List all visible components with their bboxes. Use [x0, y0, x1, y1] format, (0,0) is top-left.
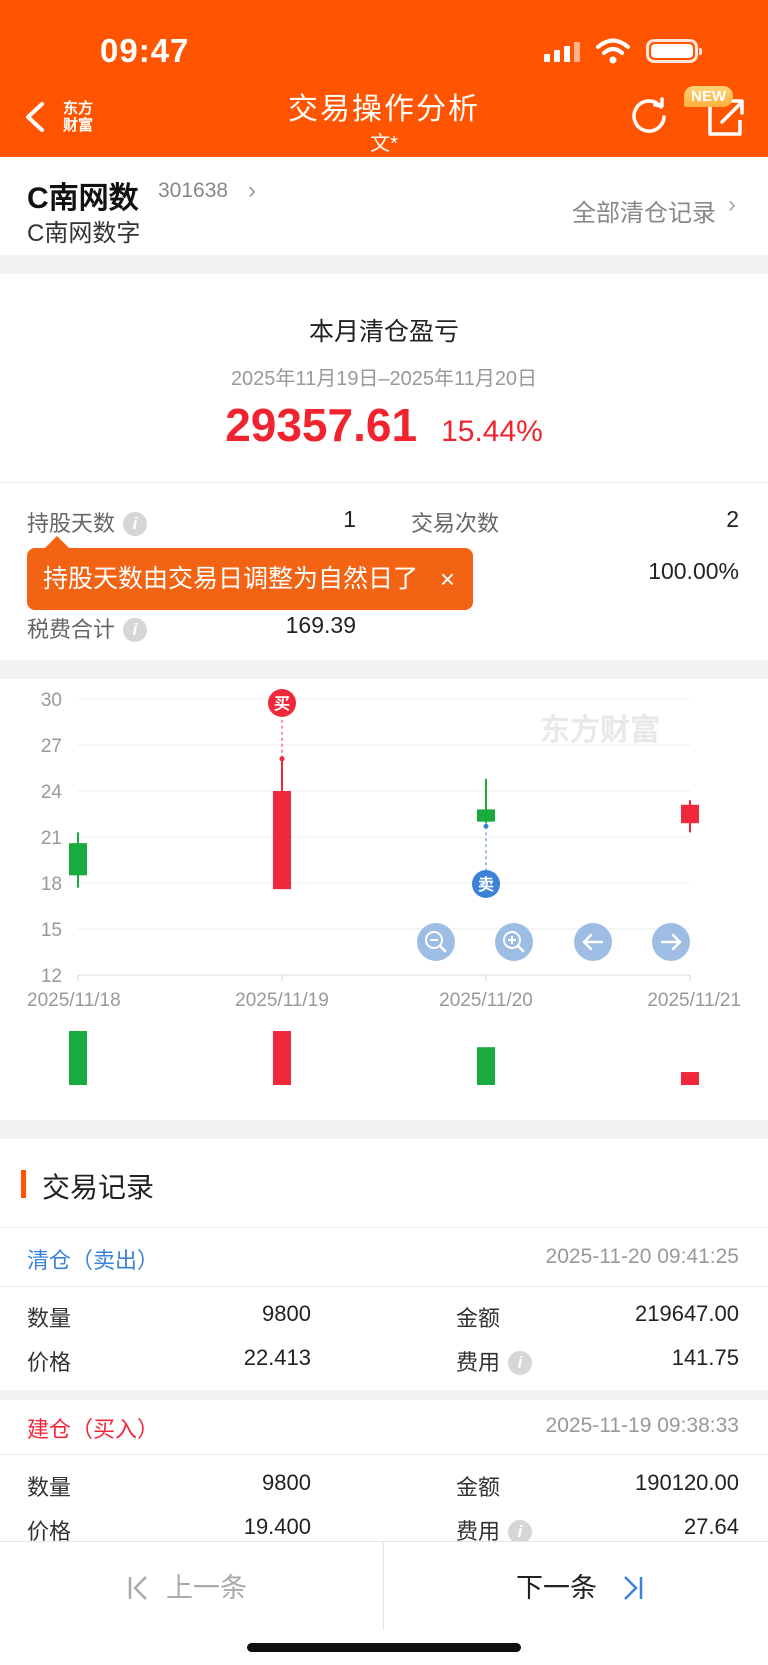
marker-label: 买 [274, 694, 290, 713]
marker-label: 卖 [478, 875, 494, 894]
record-time: 2025-11-20 09:41:25 [545, 1245, 739, 1268]
record-type-buy: 建仓（买入） [27, 1417, 160, 1442]
divider [383, 1542, 384, 1630]
qty-value: 9800 [262, 1301, 311, 1326]
divider [0, 1454, 768, 1455]
y-tick-label: 27 [41, 736, 62, 757]
amount-value: 219647.00 [635, 1301, 739, 1326]
record-type-sell: 清仓（卖出） [27, 1248, 160, 1273]
battery-icon [646, 39, 702, 63]
hold-days-label: 持股天数 i [27, 506, 148, 538]
zoom-out-icon[interactable] [417, 923, 455, 961]
fees-value: 169.39 [285, 612, 356, 638]
y-tick-label: 21 [41, 828, 62, 849]
wifi-icon [596, 38, 630, 64]
volume-bar [273, 1031, 291, 1085]
skip-previous-icon [128, 1576, 147, 1600]
candle-body [477, 809, 495, 822]
new-badge: NEW [684, 86, 733, 107]
price-value: 22.413 [243, 1345, 311, 1370]
price-label: 价格 [27, 1350, 72, 1375]
candle-body [69, 843, 87, 876]
hold-days-value: 1 [343, 506, 356, 532]
status-time: 09:47 [100, 32, 190, 69]
fee-label: 费用 i [456, 1345, 533, 1377]
win-rate-value: 100.00% [648, 558, 739, 584]
chevron-right-icon[interactable]: › [248, 177, 256, 205]
next-button[interactable]: 下一条 [516, 1566, 645, 1605]
stock-short-name[interactable]: C南网数 [27, 173, 139, 217]
y-tick-label: 18 [41, 874, 62, 895]
qty-label: 数量 [27, 1475, 72, 1500]
x-tick-label: 2025/11/19 [235, 990, 329, 1011]
y-tick-label: 24 [41, 782, 63, 803]
info-icon[interactable]: i [123, 512, 148, 536]
pnl-values: 29357.61 15.44% [0, 398, 768, 452]
x-tick-label: 2025/11/18 [27, 990, 121, 1011]
y-tick-label: 12 [41, 966, 62, 987]
trade-records-card: 交易记录 清仓（卖出） 2025-11-20 09:41:25 数量 9800 … [0, 1139, 768, 1544]
profit-amount: 29357.61 [225, 399, 418, 451]
volume-bar [477, 1047, 495, 1085]
skip-next-icon [624, 1576, 643, 1600]
section-accent-bar [21, 1170, 26, 1198]
fee-value: 27.64 [683, 1514, 739, 1539]
amount-label: 金额 [456, 1475, 501, 1500]
amount-label: 金额 [456, 1306, 501, 1331]
bottom-navigation: 上一条 下一条 [0, 1541, 768, 1665]
y-tick-label: 15 [41, 920, 62, 941]
summary-title: 本月清仓盈亏 [308, 318, 459, 346]
divider [0, 1286, 768, 1287]
right-icon[interactable] [652, 923, 690, 961]
refresh-icon[interactable] [628, 96, 670, 138]
chevron-right-icon[interactable]: › [728, 191, 736, 219]
fees-label: 税费合计 i [27, 612, 148, 644]
app-header: 09:47 东方 财富 交易操作分析 文* NEW [0, 0, 768, 157]
trade-count-label: 交易次数 [411, 511, 500, 536]
stock-info-card: C南网数 301638 › C南网数字 全部清仓记录 › [0, 157, 768, 255]
all-clearance-records-link[interactable]: 全部清仓记录 [572, 193, 716, 228]
left-icon[interactable] [574, 923, 612, 961]
zoom-in-icon[interactable] [495, 923, 533, 961]
date-range: 2025年11月19日–2025年11月20日 [230, 368, 538, 390]
stock-full-name: C南网数字 [27, 220, 141, 247]
kline-chart[interactable]: 东方财富 30 27 24 21 18 15 12 2025/11/18 2025/11/19 20… [0, 679, 768, 1120]
kline-chart-card: 东方财富 30 27 24 21 18 15 12 2025/11/18 2025/11/19 20… [0, 679, 768, 1120]
qty-label: 数量 [27, 1306, 72, 1331]
x-tick-label: 2025/11/21 [647, 990, 741, 1011]
price-value: 19.400 [243, 1514, 311, 1539]
hold-days-tooltip: 持股天数由交易日调整为自然日了 × [27, 536, 473, 610]
volume-bar [69, 1031, 87, 1085]
record-separator [0, 1390, 768, 1400]
divider [0, 1227, 768, 1228]
control-circle [495, 923, 533, 961]
y-tick-label: 30 [41, 690, 62, 711]
stock-code[interactable]: 301638 [158, 179, 228, 203]
x-tick-label: 2025/11/20 [439, 990, 533, 1011]
records-title: 交易记录 [42, 1172, 155, 1203]
candle-body [273, 791, 291, 890]
cellular-signal-icon [544, 40, 580, 62]
control-circle [417, 923, 455, 961]
home-indicator [247, 1643, 521, 1652]
watermark-text: 东方财富 [540, 713, 660, 748]
close-icon[interactable]: × [440, 548, 455, 610]
qty-value: 9800 [262, 1470, 311, 1495]
amount-value: 190120.00 [635, 1470, 739, 1495]
status-icons [544, 38, 702, 64]
trade-count-value: 2 [726, 506, 739, 532]
volume-bar [681, 1072, 699, 1085]
info-icon[interactable]: i [123, 618, 148, 642]
divider [0, 482, 768, 483]
record-time: 2025-11-19 09:38:33 [545, 1414, 739, 1437]
fee-value: 141.75 [671, 1345, 739, 1370]
profit-percent: 15.44% [441, 415, 543, 448]
info-icon[interactable]: i [508, 1351, 533, 1375]
candle-body [681, 804, 699, 824]
tooltip-text: 持股天数由交易日调整为自然日了 [43, 565, 419, 593]
previous-button[interactable]: 上一条 [126, 1566, 247, 1605]
